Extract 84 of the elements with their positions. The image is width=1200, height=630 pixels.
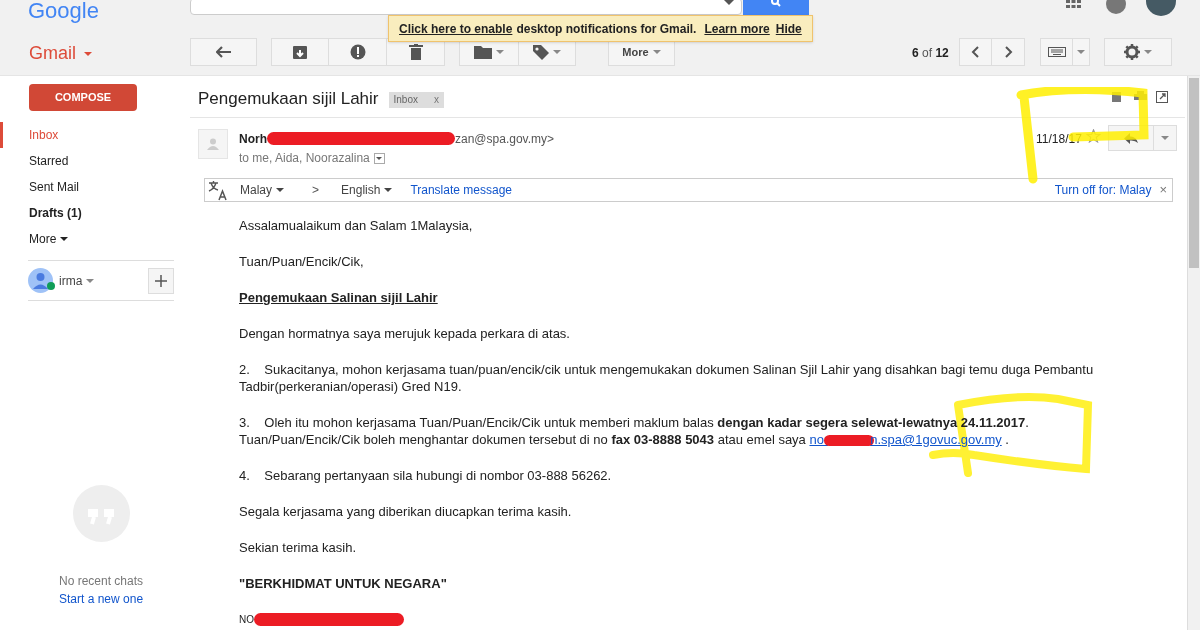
motto-text: "BERKHIDMAT UNTUK NEGARA" [239, 575, 448, 592]
start-chat-link[interactable]: Start a new one [59, 590, 144, 608]
body-paragraph: 2. Sukacitanya, mohon kerjasama tuan/puan/encik/cik untuk mengemukakan dokumen Salinan Sjil Lahir yang disahkan bagi temu duga Pembantu Tadbir(perkeranian/operasi) Gred N19. [239, 361, 1095, 395]
caret-icon [276, 188, 284, 192]
chevron-left-icon [970, 45, 981, 59]
caret-icon [376, 156, 383, 160]
google-logo: Google [28, 0, 99, 22]
expand-all-icon[interactable] [1112, 92, 1121, 102]
archive-button[interactable] [271, 38, 329, 66]
caret-icon [60, 237, 69, 241]
sender-avatar [198, 129, 228, 159]
language-arrow: > [312, 182, 320, 199]
sidebar-item[interactable]: Inbox [0, 122, 190, 148]
signature-name: NO [239, 613, 254, 627]
newer-button[interactable] [992, 38, 1025, 66]
body-paragraph: Tuan/Puan/Encik/Cik, [239, 253, 365, 270]
search-field[interactable] [190, 0, 742, 15]
hide-link[interactable]: Hide [775, 19, 802, 38]
close-button[interactable]: × [1159, 180, 1167, 200]
caret-icon [1077, 50, 1085, 54]
plus-icon [155, 274, 167, 287]
gmail-menu[interactable]: Gmail [29, 40, 92, 67]
caret-icon [553, 50, 561, 54]
keyboard-button[interactable] [1040, 38, 1073, 66]
message-count: 6 of 12 [912, 45, 949, 62]
message-subject: Pengemukaan sijil Lahir [198, 88, 379, 110]
caret-icon [86, 278, 95, 283]
show-details-button[interactable] [373, 152, 385, 164]
sidebar-item[interactable]: Drafts (1) [0, 200, 190, 226]
notification-text: desktop notifications for Gmail. [516, 20, 697, 38]
user-avatar-icon [28, 268, 53, 293]
body-paragraph: 4. Sebarang pertanyaan sila hubungi di nombor 03-888 56262. [239, 467, 613, 484]
caret-icon [1144, 50, 1152, 54]
translate-icon [207, 179, 229, 201]
add-chat-button[interactable] [148, 267, 174, 294]
back-button[interactable] [190, 38, 257, 66]
recipients-text: to me, Aida, Noorazalina [239, 150, 370, 167]
new-window-icon[interactable] [1156, 91, 1168, 103]
input-options-button[interactable] [1073, 38, 1090, 66]
caret-icon [1161, 136, 1169, 140]
back-arrow-icon [215, 46, 232, 58]
compose-button[interactable]: COMPOSE [29, 84, 137, 111]
body-paragraph: Assalamualaikum dan Salam 1Malaysia, [239, 217, 474, 234]
body-paragraph: Segala kerjasama yang diberikan diucapkan terima kasih. [239, 503, 573, 520]
search-button[interactable] [743, 0, 809, 15]
spam-button[interactable] [329, 38, 387, 66]
star-icon[interactable] [1086, 129, 1101, 143]
folder-icon [474, 45, 492, 59]
scrollbar-thumb[interactable] [1189, 78, 1199, 268]
target-language-menu[interactable]: English [341, 181, 393, 199]
learn-more-link[interactable]: Learn more [704, 19, 770, 38]
body-paragraph: Dengan hormatnya saya merujuk kepada perkara di atas. [239, 325, 571, 342]
exclamation-icon [349, 44, 366, 60]
sidebar-item[interactable]: Sent Mail [0, 174, 190, 200]
remove-label-button[interactable]: x [433, 92, 439, 108]
chevron-right-icon [1002, 45, 1014, 59]
inbox-label: Inbox x [388, 91, 444, 108]
caret-icon [84, 51, 92, 56]
settings-button[interactable] [1104, 38, 1172, 66]
search-icon [770, 0, 782, 8]
older-button[interactable] [959, 38, 992, 66]
sender-name: Norh [239, 131, 267, 148]
archive-icon [292, 44, 308, 60]
caret-icon [384, 188, 393, 192]
apps-grid-icon[interactable] [1066, 0, 1081, 8]
translate-link[interactable]: Translate message [410, 181, 512, 199]
user-menu[interactable]: irma [59, 271, 95, 290]
enable-notifications-link[interactable]: Click here to enable [399, 19, 513, 38]
settings-icon [1124, 44, 1140, 60]
turn-off-translation-link[interactable]: Turn off for: Malay [1054, 181, 1152, 199]
caret-icon [496, 50, 504, 54]
no-chats-text: No recent chats [59, 573, 144, 590]
tag-icon [533, 44, 549, 60]
sender-email: zan@spa.gov.my> [455, 131, 554, 148]
message-date: 11/18/17 [1036, 131, 1082, 148]
caret-icon [724, 0, 734, 5]
body-paragraph: Sekian terima kasih. [239, 539, 358, 556]
more-link[interactable]: More [0, 226, 190, 252]
caret-icon [652, 50, 661, 54]
sidebar-item[interactable]: Starred [0, 148, 190, 174]
source-language-menu[interactable]: Malay [240, 181, 284, 199]
body-heading: Pengemukaan Salinan sijil Lahir [239, 289, 439, 306]
trash-icon [408, 44, 423, 60]
keyboard-icon [1047, 47, 1066, 57]
